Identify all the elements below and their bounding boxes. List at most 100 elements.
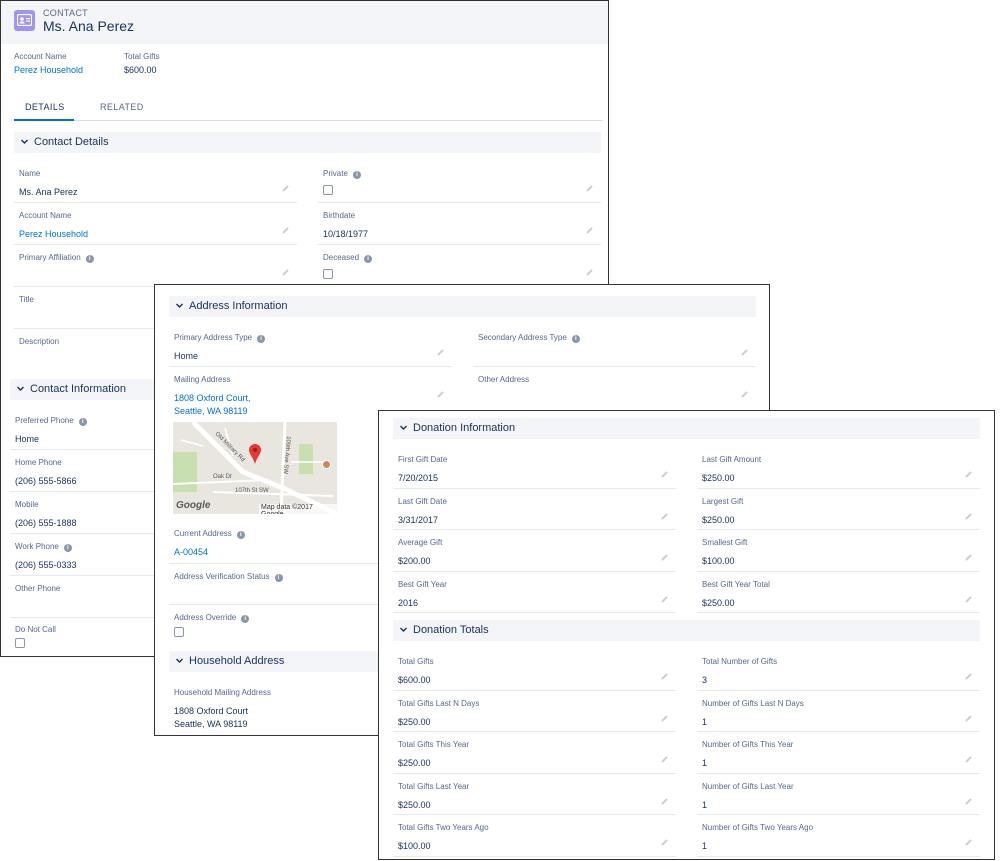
donation-field: Total Gifts Last N Days $250.00 [393, 691, 676, 733]
field-label: Total Number of Gifts [702, 657, 778, 666]
edit-pencil-icon[interactable] [964, 470, 973, 479]
field-value: 2016 [398, 597, 419, 608]
field-primary-affiliation: Primary Affiliation i [14, 245, 297, 287]
edit-pencil-icon[interactable] [740, 390, 749, 399]
field-value: Home [174, 351, 199, 361]
info-icon[interactable]: i [257, 335, 266, 343]
edit-pencil-icon[interactable] [436, 348, 445, 357]
field-account-name: Account Name Perez Household [14, 203, 297, 245]
field-label: Description [19, 337, 60, 346]
donation-field: Number of Gifts Two Years Ago 1 [697, 815, 980, 857]
edit-pencil-icon[interactable] [585, 184, 594, 193]
account-name-link[interactable]: Perez Household [14, 65, 83, 75]
edit-pencil-icon[interactable] [281, 184, 290, 193]
header-field-account-name: Account Name Perez Household [14, 52, 83, 75]
field-label: Number of Gifts Last Year [702, 781, 794, 791]
field-label: Mailing Address [174, 375, 231, 384]
address-map[interactable]: Old Military Rd 109th Ave SW Oak Dr 107t… [173, 422, 337, 514]
section-contact-details[interactable]: Contact Details [14, 132, 601, 153]
edit-pencil-icon[interactable] [964, 755, 973, 764]
field-label: Largest Gift [702, 496, 744, 506]
donation-field: Best Gift Year 2016 [393, 572, 676, 613]
edit-pencil-icon[interactable] [740, 348, 749, 357]
edit-pencil-icon[interactable] [964, 838, 973, 847]
section-title: Household Address [189, 655, 285, 667]
field-label: Last Gift Amount [702, 455, 762, 464]
info-icon[interactable]: i [274, 574, 283, 582]
info-icon[interactable]: i [85, 255, 94, 263]
edit-pencil-icon[interactable] [964, 714, 973, 723]
edit-pencil-icon[interactable] [964, 553, 973, 562]
field-value: 1808 Oxford Court Seattle, WA 98119 [174, 706, 249, 729]
edit-pencil-icon[interactable] [660, 470, 669, 479]
chevron-down-icon [400, 425, 407, 430]
header-field-label: Account Name [14, 52, 67, 61]
field-label: Total Gifts Last N Days [398, 698, 480, 708]
field-value: (206) 555-1888 [15, 518, 77, 528]
account-name-link[interactable]: Perez Household [19, 228, 88, 241]
field-label: Preferred Phone i [15, 416, 87, 426]
field-label: Primary Affiliation i [19, 253, 94, 263]
info-icon[interactable]: i [364, 255, 373, 263]
current-address-link[interactable]: A-00454 [174, 546, 208, 559]
donation-field: Number of Gifts Last Year 1 [697, 774, 980, 816]
edit-pencil-icon[interactable] [660, 755, 669, 764]
edit-pencil-icon[interactable] [436, 390, 445, 399]
field-label: Last Gift Date [398, 496, 447, 506]
info-icon[interactable]: i [63, 544, 72, 552]
field-value: 1 [702, 841, 708, 852]
edit-pencil-icon[interactable] [281, 226, 290, 235]
field-value: $200.00 [398, 556, 431, 566]
field-value: 7/20/2015 [398, 473, 439, 483]
mailing-address-link[interactable]: 1808 Oxford Court, Seattle, WA 98119 [174, 392, 251, 418]
info-icon[interactable]: i [78, 418, 87, 426]
field-label: Number of Gifts Two Years Ago [702, 823, 814, 833]
edit-pencil-icon[interactable] [660, 672, 669, 681]
field-value: Ms. Ana Perez [19, 187, 78, 197]
field-value: 3/31/2017 [398, 514, 439, 525]
address-override-checkbox[interactable] [174, 627, 184, 637]
private-checkbox[interactable] [323, 185, 333, 195]
tab-details[interactable]: DETAILS [25, 102, 65, 112]
section-donation-totals[interactable]: Donation Totals [393, 620, 980, 641]
donation-field: Total Gifts Two Years Ago $100.00 [393, 815, 676, 857]
map-pin-icon[interactable] [249, 444, 261, 464]
deceased-checkbox[interactable] [323, 269, 333, 279]
info-icon[interactable]: i [571, 335, 580, 343]
donation-field: Number of Gifts Last N Days 1 [697, 691, 980, 733]
donation-field: First Gift Date 7/20/2015 [393, 447, 676, 489]
section-address-information[interactable]: Address Information [169, 296, 756, 317]
edit-pencil-icon[interactable] [964, 512, 973, 521]
donation-panel: Donation Information First Gift Date 7/20… [378, 410, 995, 860]
field-secondary-address-type: Secondary Address Type i [473, 325, 756, 367]
edit-pencil-icon[interactable] [660, 553, 669, 562]
field-label: Total Gifts Two Years Ago [398, 823, 489, 833]
edit-pencil-icon[interactable] [281, 268, 290, 277]
field-label: Work Phone i [15, 542, 72, 552]
edit-pencil-icon[interactable] [660, 838, 669, 847]
edit-pencil-icon[interactable] [964, 672, 973, 681]
edit-pencil-icon[interactable] [585, 268, 594, 277]
edit-pencil-icon[interactable] [660, 512, 669, 521]
field-label: Number of Gifts Last N Days [702, 698, 804, 708]
edit-pencil-icon[interactable] [585, 226, 594, 235]
donation-field: Total Gifts This Year $250.00 [393, 732, 676, 774]
info-icon[interactable]: i [236, 531, 245, 539]
edit-pencil-icon[interactable] [964, 595, 973, 604]
edit-pencil-icon[interactable] [660, 595, 669, 604]
tab-related[interactable]: RELATED [100, 102, 144, 112]
info-icon[interactable]: i [241, 615, 250, 623]
field-name: Name Ms. Ana Perez [14, 161, 297, 203]
section-donation-information[interactable]: Donation Information [393, 418, 980, 439]
edit-pencil-icon[interactable] [660, 714, 669, 723]
edit-pencil-icon[interactable] [964, 797, 973, 806]
donation-field: Last Gift Date 3/31/2017 [393, 489, 676, 530]
field-label: First Gift Date [398, 455, 448, 464]
info-icon[interactable]: i [352, 171, 361, 179]
do-not-call-checkbox[interactable] [15, 638, 25, 648]
field-label: Secondary Address Type i [478, 333, 580, 343]
field-value: $100.00 [398, 841, 431, 852]
contact-card-icon [14, 10, 35, 31]
edit-pencil-icon[interactable] [660, 797, 669, 806]
field-label: Smallest Gift [702, 538, 748, 547]
